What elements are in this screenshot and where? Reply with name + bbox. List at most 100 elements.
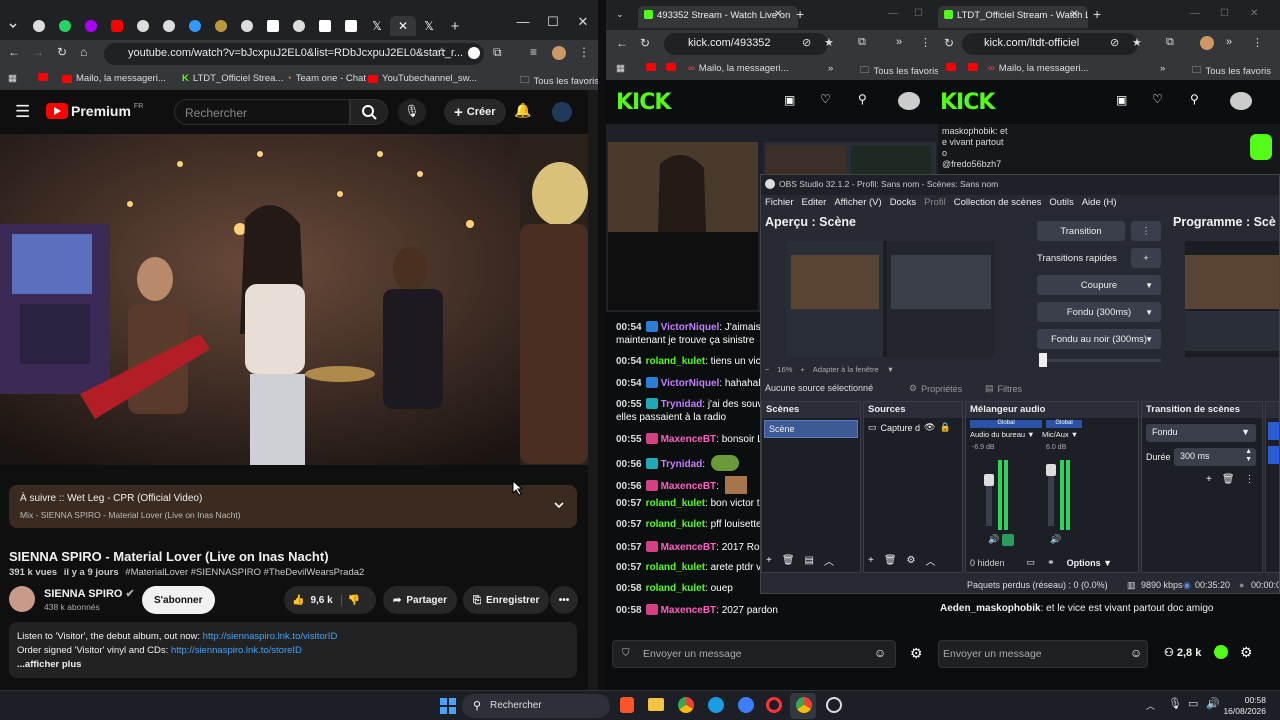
- address-bar[interactable]: youtube.com/watch?v=bJcxpuJ2EL0&list=RDb…: [104, 43, 484, 65]
- tab-kick2[interactable]: LTDT_Officiel Stream - Watch Li: [938, 6, 1088, 28]
- speaker-icon-desktop[interactable]: 🔊: [988, 534, 999, 545]
- channel-avatar[interactable]: [9, 586, 35, 612]
- tab-youtube[interactable]: [104, 16, 130, 36]
- search-button[interactable]: [350, 99, 388, 125]
- browse-icon[interactable]: ▣: [784, 93, 795, 107]
- star-icon-kick2[interactable]: ★: [1132, 36, 1142, 49]
- media-icon[interactable]: ≡: [530, 45, 537, 59]
- maximize-icon-kick1[interactable]: ☐: [914, 8, 923, 19]
- tab-x-2[interactable]: 𝕏: [416, 16, 442, 36]
- mic-tray-icon[interactable]: 🎙: [1168, 697, 1182, 710]
- menu-profile[interactable]: Profil: [920, 197, 950, 215]
- microphone-icon[interactable]: 🎙: [398, 99, 426, 125]
- subscribe-button[interactable]: S'abonner: [142, 586, 215, 614]
- menu-edit[interactable]: Editer: [798, 197, 831, 215]
- browse-icon-2[interactable]: ▣: [1116, 93, 1127, 107]
- zoom-out-icon[interactable]: −: [765, 365, 769, 374]
- bookmark-yt2-kick2[interactable]: [968, 63, 978, 71]
- bookmark-youtube-icon[interactable]: [38, 73, 48, 81]
- t-bar-handle[interactable]: [1039, 353, 1047, 367]
- chat-message-input-2[interactable]: Envoyer un message: [938, 640, 1148, 668]
- mixer-options-button[interactable]: Options ▼: [1067, 558, 1112, 568]
- user-avatar-kick1[interactable]: [898, 92, 920, 110]
- quick-transition-fade[interactable]: Fondu (300ms) ▼: [1037, 302, 1161, 322]
- edge-icon[interactable]: [708, 697, 724, 713]
- chrome-icon[interactable]: [678, 697, 694, 713]
- menu-scene-collection[interactable]: Collection de scènes: [950, 197, 1046, 215]
- network-icon[interactable]: ▭: [1188, 697, 1198, 710]
- dislike-icon[interactable]: 👎: [340, 594, 360, 606]
- follow-heart-icon[interactable]: ♡: [820, 92, 831, 106]
- tab-n[interactable]: [338, 16, 364, 36]
- hashtags[interactable]: #MaterialLover #SIENNASPIRO #TheDevilWea…: [125, 567, 364, 578]
- fit-to-window-select[interactable]: Adapter à la fenêtre: [813, 365, 879, 374]
- apps-icon[interactable]: ▦: [8, 73, 17, 84]
- headphones-icon-desktop[interactable]: [1002, 534, 1014, 546]
- taskbar-clock[interactable]: 00:58 16/08/2026: [1223, 695, 1266, 717]
- quick-transition-cut[interactable]: Coupure ▼: [1037, 275, 1161, 295]
- apps-icon-kick1[interactable]: ▦: [616, 63, 625, 74]
- fit-dropdown-icon[interactable]: ▼: [887, 365, 894, 374]
- more-menu-icon-kick2[interactable]: ⋮: [1252, 36, 1263, 49]
- add-scene-icon[interactable]: +: [766, 555, 772, 566]
- tab-close-icon-kick1[interactable]: ✕: [774, 9, 782, 20]
- bookmark-mailo[interactable]: Mailo, la messageri...: [62, 73, 166, 84]
- kick-logo[interactable]: KICK: [616, 90, 671, 115]
- video-player[interactable]: [0, 134, 588, 465]
- visibility-eye-icon[interactable]: 👁: [924, 422, 935, 433]
- remove-scene-icon[interactable]: 🗑: [782, 555, 795, 566]
- eye-slash-icon[interactable]: ⊘: [802, 36, 811, 49]
- hamburger-menu-icon[interactable]: ☰: [15, 102, 30, 122]
- transition-menu-icon[interactable]: ⋮: [1131, 221, 1161, 241]
- extensions-icon-kick1[interactable]: ⧉: [858, 36, 866, 49]
- reload-icon-kick1[interactable]: ↻: [640, 36, 650, 50]
- transition-type-select[interactable]: Fondu ▼: [1146, 424, 1256, 442]
- add-transition-icon[interactable]: +: [1206, 474, 1212, 485]
- menu-view[interactable]: Afficher (V): [830, 197, 885, 215]
- bookmark-youtubechannel[interactable]: YouTubechannel_sw...: [368, 73, 477, 84]
- tab-wikipedia-2[interactable]: [312, 16, 338, 36]
- back-icon[interactable]: ←: [8, 45, 20, 59]
- start-streaming-button[interactable]: [1268, 422, 1279, 440]
- notifications-bell-icon[interactable]: 🔔: [514, 102, 531, 119]
- tab-whatsapp[interactable]: [52, 16, 78, 36]
- more-menu-icon-kick1[interactable]: ⋮: [920, 36, 931, 49]
- extensions-icon[interactable]: ⧉: [493, 45, 502, 60]
- menu-docks[interactable]: Docks: [886, 197, 920, 215]
- save-button[interactable]: ⎘ Enregistrer: [463, 586, 550, 614]
- profile-avatar-kick2[interactable]: [1200, 36, 1214, 50]
- speaker-icon-mic[interactable]: 🔊: [1050, 534, 1061, 545]
- show-more-link[interactable]: ...afficher plus: [17, 658, 569, 672]
- menu-help[interactable]: Aide (H): [1078, 197, 1121, 215]
- tab-chrome-2[interactable]: [130, 16, 156, 36]
- filters-button[interactable]: ▤ Filtres: [985, 383, 1022, 394]
- account-avatar[interactable]: [552, 102, 572, 122]
- lock-icon[interactable]: 🔒: [939, 422, 950, 433]
- bookmark-team-one[interactable]: ◔ Team one - Chat: [286, 73, 366, 84]
- tab-menu-icon-kick1[interactable]: ⌄: [616, 9, 624, 20]
- scene-item[interactable]: Scène: [764, 420, 858, 438]
- obs-taskbar-icon[interactable]: [826, 697, 842, 713]
- like-count[interactable]: 9,6 k: [310, 595, 332, 606]
- channel-name[interactable]: SIENNA SPIRO ✔: [44, 587, 135, 600]
- more-tools-icon-kick2[interactable]: »: [1226, 36, 1232, 48]
- quick-transition-fade-black[interactable]: Fondu au noir (300ms) ▼: [1037, 329, 1161, 349]
- minimize-icon-kick1[interactable]: —: [888, 8, 898, 19]
- move-source-up-icon[interactable]: ︿: [926, 553, 936, 568]
- user-avatar-kick2[interactable]: [1230, 92, 1252, 110]
- menu-file[interactable]: Fichier: [761, 197, 798, 215]
- add-source-icon[interactable]: +: [868, 555, 874, 566]
- kick-coin-icon[interactable]: [1214, 645, 1228, 659]
- taskbar-search[interactable]: Rechercher: [462, 694, 610, 718]
- remove-transition-icon[interactable]: 🗑: [1222, 474, 1235, 485]
- forward-icon[interactable]: →: [32, 45, 44, 59]
- bookmark-youtube-kick2[interactable]: [946, 63, 956, 71]
- kick-logo-2[interactable]: KICK: [940, 90, 995, 115]
- source-settings-icon[interactable]: ⚙: [907, 555, 916, 566]
- minimize-icon[interactable]: —: [508, 14, 538, 30]
- bookmark-mailo-kick2[interactable]: ∞ Mailo, la messageri...: [988, 63, 1089, 74]
- extensions-icon-kick2[interactable]: ⧉: [1166, 36, 1174, 49]
- eye-slash-icon-kick2[interactable]: ⊘: [1110, 36, 1119, 49]
- properties-button[interactable]: ⚙ Propriétés: [909, 383, 962, 394]
- mixer-channel-desktop[interactable]: Audio du bureau ▼: [970, 430, 1035, 439]
